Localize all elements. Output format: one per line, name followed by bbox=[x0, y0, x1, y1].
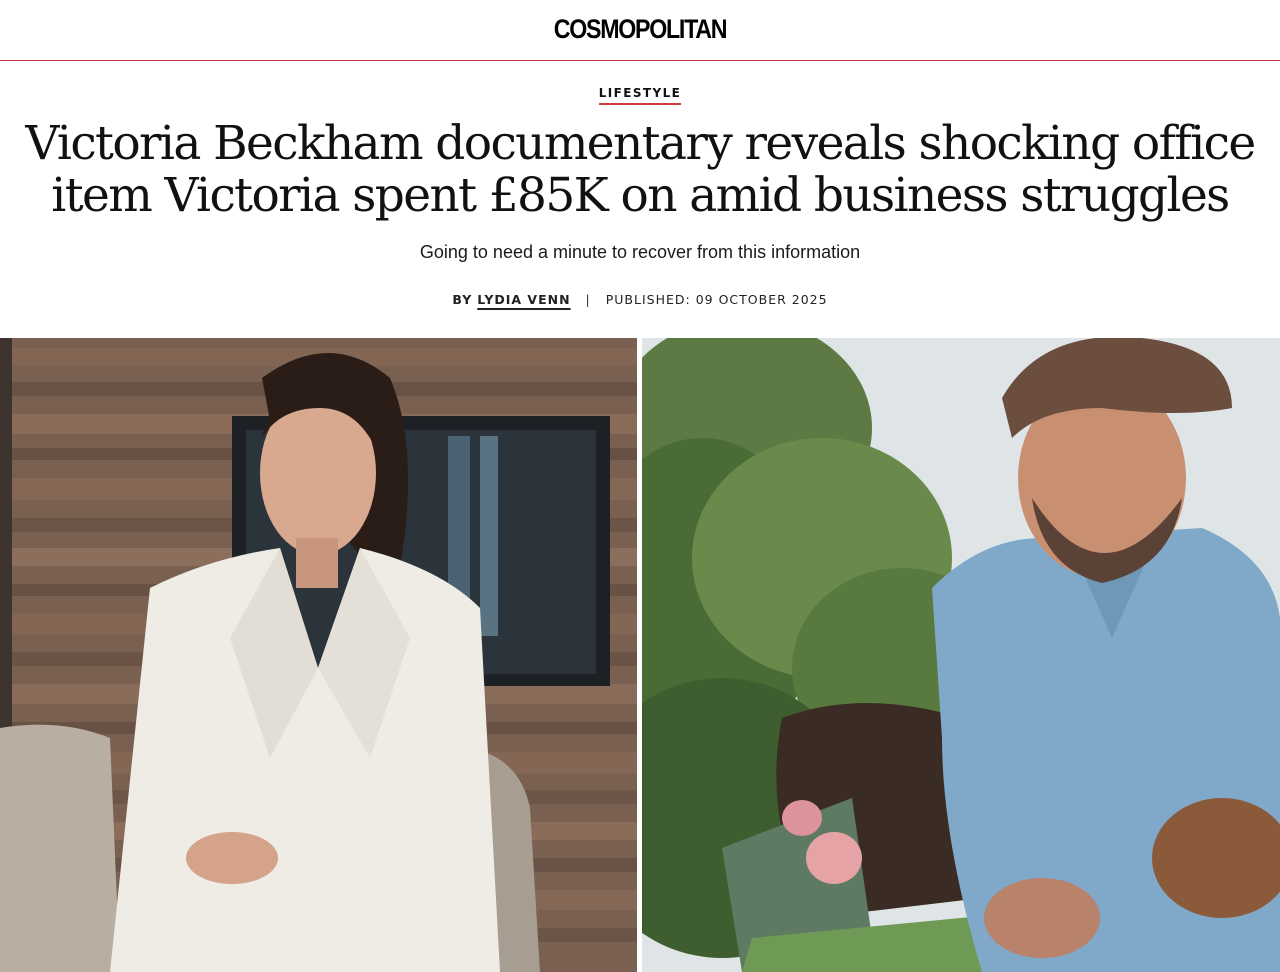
article-headline: Victoria Beckham documentary reveals sho… bbox=[25, 116, 1256, 223]
site-header: COSMOPOLITAN bbox=[0, 0, 1280, 61]
byline: BY LYDIA VENN | PUBLISHED: 09 OCTOBER 20… bbox=[0, 292, 1280, 308]
byline-by-label: BY bbox=[452, 292, 473, 307]
published-label: PUBLISHED: bbox=[605, 292, 691, 307]
site-logo[interactable]: COSMOPOLITAN bbox=[90, 12, 1191, 46]
right-photo-illustration bbox=[642, 338, 1280, 972]
section-tag-wrap: LIFESTYLE bbox=[0, 84, 1280, 105]
section-tag-link[interactable]: LIFESTYLE bbox=[598, 85, 682, 105]
woman-in-white-suit-photo bbox=[0, 338, 637, 972]
man-in-cap-gardening-photo bbox=[642, 338, 1280, 972]
left-photo-illustration bbox=[0, 338, 637, 972]
published-date: 09 OCTOBER 2025 bbox=[695, 292, 828, 307]
article-subtitle: Going to need a minute to recover from t… bbox=[419, 242, 861, 262]
author-link[interactable]: LYDIA VENN bbox=[477, 292, 570, 307]
byline-separator: | bbox=[585, 292, 591, 307]
